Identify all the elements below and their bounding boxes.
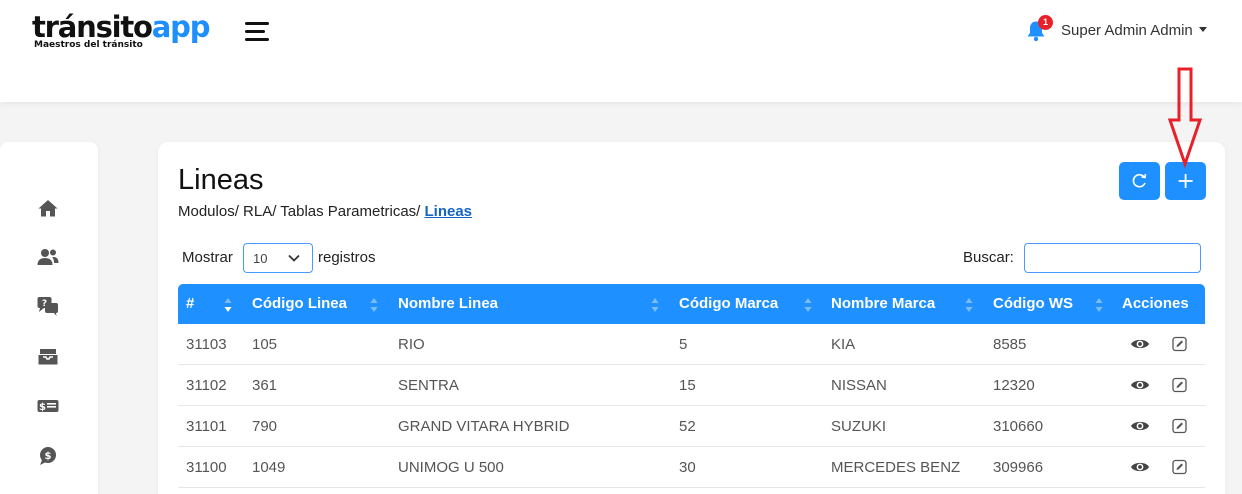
table-cell: RIO — [398, 336, 425, 353]
sort-icon[interactable] — [651, 297, 659, 313]
question-chat-icon[interactable]: ? — [36, 295, 60, 317]
users-icon[interactable] — [36, 246, 60, 268]
edit-icon[interactable] — [1170, 418, 1190, 434]
sort-icon[interactable] — [1095, 297, 1103, 313]
chevron-down-icon — [288, 254, 300, 262]
table-cell: 15 — [679, 377, 696, 394]
caret-down-icon — [1198, 27, 1207, 32]
table-cell: GRAND VITARA HYBRID — [398, 418, 570, 435]
sort-icon[interactable] — [370, 297, 378, 313]
column-header-codigo-linea[interactable]: Código Linea — [252, 284, 347, 324]
table-cell: 31103 — [186, 336, 227, 353]
page-size-select[interactable]: 10 — [243, 243, 313, 273]
table-cell: KIA — [831, 336, 856, 353]
app-logo[interactable]: tránsitoapp Maestros del tránsito — [32, 10, 211, 50]
page-size-value: 10 — [253, 251, 268, 266]
eye-icon[interactable] — [1130, 418, 1150, 434]
refresh-button[interactable] — [1119, 162, 1160, 200]
table-cell: 1049 — [252, 459, 286, 476]
table-cell: 30 — [679, 459, 696, 476]
inbox-icon[interactable] — [36, 345, 60, 367]
table-cell: MERCEDES BENZ — [831, 459, 961, 476]
table-row: 31103 105 RIO 5 KIA 8585 — [178, 324, 1205, 365]
sort-icon[interactable] — [965, 297, 973, 313]
column-header-nombre-linea[interactable]: Nombre Linea — [398, 284, 498, 324]
user-name: Super Admin Admin — [1061, 22, 1193, 39]
user-menu[interactable]: Super Admin Admin — [1061, 22, 1207, 39]
column-header-codigo-marca[interactable]: Código Marca — [679, 284, 778, 324]
table-cell: 52 — [679, 418, 696, 435]
table-cell: NISSAN — [831, 377, 887, 394]
show-entries-label: Mostrar — [182, 249, 233, 266]
column-header-id[interactable]: # — [186, 284, 194, 324]
edit-icon[interactable] — [1170, 377, 1190, 393]
breadcrumb-current[interactable]: Lineas — [425, 203, 473, 220]
home-icon[interactable] — [36, 197, 60, 219]
table-row: 31101 790 GRAND VITARA HYBRID 52 SUZUKI 31066… — [178, 406, 1205, 447]
breadcrumb: Modulos/ RLA/ Tablas Parametricas/ Linea… — [178, 203, 472, 220]
logo-part-1: tránsito — [32, 10, 153, 44]
table-cell: 31100 — [186, 459, 227, 476]
table-cell: 12320 — [993, 377, 1035, 394]
page-title: Lineas — [178, 164, 264, 196]
table-cell: SENTRA — [398, 377, 459, 394]
refresh-icon — [1132, 173, 1147, 188]
menu-toggle-icon[interactable] — [245, 20, 271, 42]
table-header: # Código Linea Nombre Linea Código Marca… — [178, 284, 1205, 324]
annotation-arrow-icon — [1167, 67, 1203, 169]
dollar-comment-icon[interactable]: $ — [36, 445, 60, 467]
table-cell: 309966 — [993, 459, 1044, 476]
sidebar: ? $ $ — [0, 142, 98, 494]
table-cell: 310660 — [993, 418, 1044, 435]
search-label: Buscar: — [963, 249, 1014, 266]
eye-icon[interactable] — [1130, 336, 1150, 352]
logo-part-2: app — [151, 10, 211, 44]
show-entries-suffix: registros — [318, 249, 376, 266]
money-bill-icon[interactable]: $ — [36, 395, 60, 417]
table-cell: 5 — [679, 336, 688, 353]
main-card: Lineas Modulos/ RLA/ Tablas Parametricas… — [158, 142, 1225, 494]
table-cell: 8585 — [993, 336, 1027, 353]
eye-icon[interactable] — [1130, 459, 1150, 475]
sort-icon[interactable] — [804, 297, 812, 313]
top-navbar: tránsitoapp Maestros del tránsito 1 Supe… — [0, 0, 1242, 102]
svg-text:$: $ — [39, 402, 46, 413]
notification-badge: 1 — [1038, 15, 1053, 30]
search-input[interactable] — [1024, 243, 1201, 273]
svg-text:?: ? — [42, 299, 47, 309]
table-cell: UNIMOG U 500 — [398, 459, 504, 476]
eye-icon[interactable] — [1130, 377, 1150, 393]
table-cell: 105 — [252, 336, 278, 353]
logo-wordmark: tránsitoapp — [32, 10, 211, 44]
column-header-acciones: Acciones — [1122, 295, 1189, 312]
edit-icon[interactable] — [1170, 459, 1190, 475]
table-cell: 31102 — [186, 377, 227, 394]
sort-desc-icon[interactable] — [224, 297, 232, 313]
table-cell: 361 — [252, 377, 278, 394]
svg-text:$: $ — [45, 451, 52, 462]
column-header-codigo-ws[interactable]: Código WS — [993, 284, 1073, 324]
edit-icon[interactable] — [1170, 336, 1190, 352]
breadcrumb-trail: Modulos/ RLA/ Tablas Parametricas/ — [178, 203, 425, 220]
column-header-nombre-marca[interactable]: Nombre Marca — [831, 284, 935, 324]
table-cell: SUZUKI — [831, 418, 887, 435]
table-row: 31102 361 SENTRA 15 NISSAN 12320 — [178, 365, 1205, 406]
table-row: 31100 1049 UNIMOG U 500 30 MERCEDES BENZ 3099… — [178, 447, 1205, 488]
table-cell: 790 — [252, 418, 278, 435]
table-cell: 31101 — [186, 418, 227, 435]
